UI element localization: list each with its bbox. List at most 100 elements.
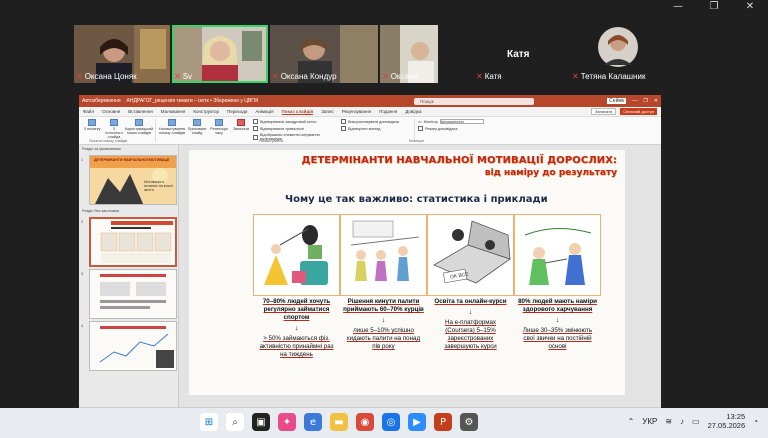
notifications-icon[interactable]: ◔ (753, 417, 758, 426)
minimize-button[interactable]: — (660, 0, 696, 14)
search-icon[interactable]: ⌕ (226, 413, 244, 431)
slide-thumbnail[interactable] (89, 269, 177, 319)
tab-animations[interactable]: Анімація (255, 109, 273, 114)
checkbox-narration[interactable]: Відтворювати закадровий голос (253, 119, 339, 124)
title-bar-right: Сейвік — ❐ ✕ (607, 98, 658, 104)
from-current-button[interactable]: З поточного слайда (104, 119, 124, 139)
slide-thumbnail[interactable] (89, 321, 177, 371)
chevron-up-icon[interactable]: ⌃ (628, 417, 635, 426)
monitor-select[interactable]: Автоматично (439, 119, 484, 124)
file-explorer-icon[interactable]: ▬ (330, 413, 348, 431)
stat-column-smoking[interactable]: Рішення кинути палити приймають 60–70% к… (340, 296, 427, 394)
checkbox-preview[interactable]: Відтворити вигляд (341, 126, 411, 131)
record-ribbon-button[interactable]: Записати (231, 119, 251, 131)
powerpoint-icon[interactable]: P (434, 413, 452, 431)
illustration-education[interactable]: OK ВСЕ (427, 214, 514, 296)
edge-icon[interactable]: e (304, 413, 322, 431)
wifi-icon[interactable]: ≋ (665, 417, 672, 426)
battery-icon[interactable]: ▭ (692, 417, 700, 426)
from-beginning-button[interactable]: З початку (82, 119, 102, 131)
thumb-number: 1 (81, 157, 84, 162)
monitor-select-row: ▭ Монітор Автоматично (418, 119, 484, 124)
thumb-graphic (90, 322, 176, 370)
slide-title[interactable]: ДЕТЕРМІНАНТИ НАВЧАЛЬНОЇ МОТИВАЦІЇ ДОРОСЛ… (301, 155, 617, 166)
tab-slideshow[interactable]: Показ слайдів (281, 109, 314, 115)
tab-file[interactable]: Файл (83, 109, 94, 114)
monitor-checkboxes: Режим доповідача (418, 126, 478, 131)
rehearse-button[interactable]: Репетиція часу (209, 119, 229, 135)
slide-thumbnails-pane: Розділ за умовчанням 1 ДЕТЕРМІНАНТИ НАВЧ… (79, 145, 179, 407)
illustrations-row: OK ВСЕ (253, 214, 601, 296)
custom-show-icon (135, 119, 143, 126)
education-illustration (428, 215, 513, 295)
illustration-smoking[interactable] (340, 214, 427, 296)
chrome-icon[interactable]: ◉ (356, 413, 374, 431)
stat-column-sport[interactable]: 70–80% людей хочуть регулярно займатися … (253, 296, 340, 394)
section-header[interactable]: Розділ без заголовка (79, 207, 178, 215)
slide-thumbnail[interactable]: ДЕТЕРМІНАНТИ НАВЧАЛЬНОЇ МОТИВАЦІЇ Мотива… (89, 155, 177, 205)
slide[interactable]: ДЕТЕРМІНАНТИ НАВЧАЛЬНОЇ МОТИВАЦІЇ ДОРОСЛ… (189, 150, 625, 395)
slide-thumbnail-selected[interactable] (89, 217, 177, 267)
search-input[interactable]: Пошук (414, 97, 535, 105)
custom-show-button[interactable]: Користувацький показ слайдів (125, 119, 153, 135)
tab-home[interactable]: Основне (102, 109, 120, 114)
ribbon-group-setup: Налаштування показу слайдів Приховати сл… (159, 119, 415, 142)
illustration-sport[interactable] (253, 214, 340, 296)
checkbox-timings[interactable]: Відтворювати тривалості (253, 126, 339, 131)
restore-button[interactable]: ❐ (696, 0, 732, 14)
language-indicator[interactable]: УКР (642, 417, 657, 426)
ribbon-tabs: Файл Основне Вставлення Малювання Констр… (79, 107, 661, 117)
checkbox-presenter-view[interactable]: Режим доповідача (418, 126, 478, 131)
participant-name: ✕ Оксана (382, 72, 418, 81)
stat-column-education[interactable]: Освіта та онлайн-курси ↓ На е-платформах… (427, 296, 514, 394)
date: 27.05.2026 (707, 421, 746, 431)
participant-name: ✕ Оксана Кондур (272, 72, 337, 81)
tab-draw[interactable]: Малювання (161, 109, 186, 114)
tab-view[interactable]: Подання (379, 109, 397, 114)
close-icon[interactable]: ✕ (654, 98, 658, 104)
hide-slide-button[interactable]: Приховати слайд (187, 119, 207, 135)
restore-icon[interactable]: ❐ (643, 98, 647, 104)
autosave-label[interactable]: Автозбереження (82, 98, 121, 104)
start-icon[interactable]: ⊞ (200, 413, 218, 431)
taskbar-icons: ⊞ ⌕ ▣ ✦ e ▬ ◉ ◎ ▶ P ⚙ (200, 413, 478, 431)
settings-icon[interactable]: ⚙ (460, 413, 478, 431)
copilot-icon[interactable]: ✦ (278, 413, 296, 431)
slide-title-line2[interactable]: від наміру до результату (485, 168, 617, 178)
tab-help[interactable]: Довідка (405, 109, 421, 114)
clock[interactable]: 13:25 27.05.2026 (708, 412, 746, 431)
illustration-nutrition[interactable] (514, 214, 601, 296)
volume-icon[interactable]: ♪ (680, 417, 684, 426)
setup-show-button[interactable]: Налаштування показу слайдів (159, 119, 185, 135)
stat-column-nutrition[interactable]: 80% людей мають наміри здорового харчува… (514, 296, 601, 394)
monitor-label: Монітор (423, 119, 438, 124)
document-name: АНДРАГОГ_рецензія темати – ізотк • Збере… (126, 98, 259, 104)
task-view-icon[interactable]: ▣ (252, 413, 270, 431)
user-name[interactable]: Сейвік (607, 98, 627, 104)
checkbox-presenter[interactable]: Використовувати доповідача (341, 119, 411, 124)
section-header[interactable]: Розділ за умовчанням (79, 145, 178, 153)
chrome-profile-icon[interactable]: ◎ (382, 413, 400, 431)
participant-tile[interactable]: ✕ Оксана Кондур (270, 25, 378, 83)
close-button[interactable]: ✕ (732, 0, 768, 14)
record-button[interactable]: Записати (590, 108, 617, 115)
tab-record[interactable]: Запис (321, 109, 333, 114)
participant-big-name: Катя (507, 49, 530, 60)
tab-design[interactable]: Конструктор (193, 109, 219, 114)
zoom-icon[interactable]: ▶ (408, 413, 426, 431)
minimize-icon[interactable]: — (632, 98, 637, 104)
participant-tile[interactable]: ✕ Тетяна Калашник (570, 25, 666, 83)
tab-insert[interactable]: Вставлення (128, 109, 153, 114)
participant-tile[interactable]: ✕ Оксана (380, 25, 438, 83)
participant-tile[interactable]: ✕ Оксана Цоняк (74, 25, 170, 83)
tab-transitions[interactable]: Переходи (227, 109, 247, 114)
title-bar: Автозбереження АНДРАГОГ_рецензія темати … (79, 95, 661, 107)
participant-tile-active[interactable]: ✕ Sv (172, 25, 268, 83)
slide-subtitle[interactable]: Чому це так важливо: статистика і прикла… (285, 194, 548, 205)
mic-muted-icon: ✕ (476, 72, 483, 81)
tab-review[interactable]: Рецензування (342, 109, 371, 114)
share-button[interactable]: Спільний доступ (620, 108, 657, 115)
smoking-illustration (341, 215, 426, 295)
arrow-down-icon: ↓ (294, 325, 299, 333)
ribbon: З початку З поточного слайда Користуваць… (79, 117, 661, 145)
